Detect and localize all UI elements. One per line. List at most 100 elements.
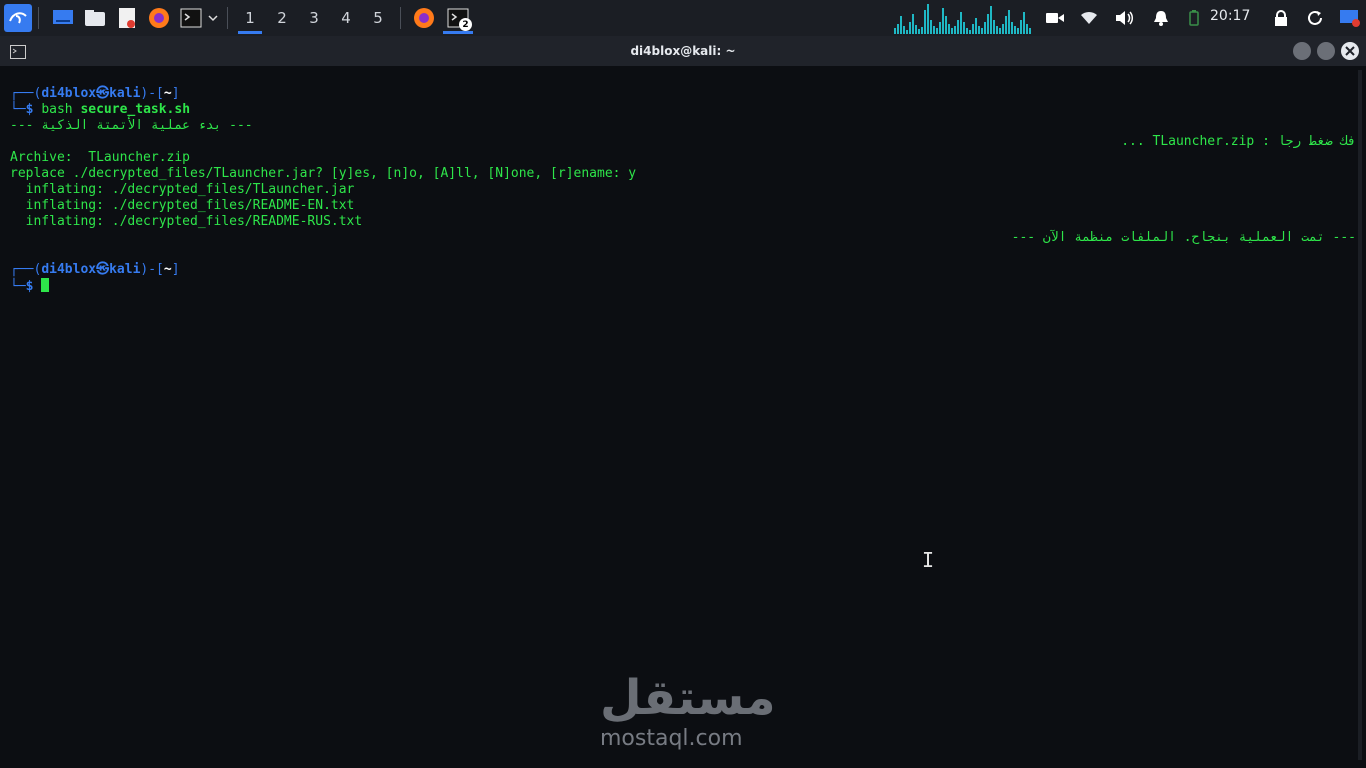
cpu-graph-bar <box>966 28 968 34</box>
task-terminal[interactable]: 2 <box>441 0 475 36</box>
firefox-icon[interactable] <box>145 4 173 32</box>
cpu-graph-bar <box>894 28 896 34</box>
cpu-graph-bar <box>954 26 956 34</box>
cpu-graph-bar <box>1002 24 1004 34</box>
cpu-graph-bar <box>990 6 992 34</box>
workspace-4[interactable]: 4 <box>330 0 362 36</box>
output-line: replace ./decrypted_files/TLauncher.jar?… <box>10 166 637 181</box>
text-cursor <box>41 278 50 292</box>
prompt-user: di4blox㉿kali <box>41 86 141 101</box>
output-line: --- بدء عملية الأتمتة الذكية --- <box>10 118 253 133</box>
text-editor-icon[interactable] <box>113 4 141 32</box>
top-panel: 1 2 3 4 5 2 20:17 <box>0 0 1366 36</box>
maximize-button[interactable] <box>1317 42 1335 60</box>
cpu-graph-bar <box>903 26 905 34</box>
file-manager-icon[interactable] <box>81 4 109 32</box>
cpu-graph-bar <box>945 16 947 34</box>
cpu-graph-bar <box>996 26 998 34</box>
minimize-button[interactable] <box>1293 42 1311 60</box>
cpu-graph-bar <box>921 27 923 34</box>
watermark-arabic: مستقل <box>600 670 776 726</box>
output-line: inflating: ./decrypted_files/README-RUS.… <box>10 214 363 229</box>
workspace-5[interactable]: 5 <box>362 0 394 36</box>
cpu-graph-bar <box>948 24 950 34</box>
cpu-graph-bar <box>942 8 944 34</box>
output-line: فك ضغط رجا : TLauncher.zip ... <box>1121 134 1356 149</box>
input-line[interactable]: └─$ <box>10 278 1356 294</box>
lock-icon[interactable] <box>1270 6 1292 30</box>
cpu-graph-bar <box>912 14 914 34</box>
cpu-graph-bar <box>993 20 995 34</box>
cpu-graph-bar <box>975 18 977 34</box>
window-count-badge: 2 <box>459 18 472 31</box>
cpu-graph-bar <box>915 25 917 34</box>
task-firefox[interactable] <box>407 0 441 36</box>
cpu-graph-bar <box>1020 20 1022 34</box>
prompt-line: ┌──(di4blox㉿kali)-[~] <box>10 86 180 101</box>
command-prefix: bash <box>41 102 81 117</box>
cpu-graph-bar <box>936 28 938 34</box>
cpu-graph-bar <box>978 26 980 34</box>
refresh-icon[interactable] <box>1304 6 1326 30</box>
terminal-scrollbar[interactable] <box>1358 70 1362 760</box>
prompt-path: ~ <box>163 262 172 277</box>
cpu-graph-bar <box>939 22 941 34</box>
cpu-graph-bar <box>897 24 899 34</box>
cpu-graph-bar <box>1029 28 1031 34</box>
cpu-graph-bar <box>1014 26 1016 34</box>
output-line: inflating: ./decrypted_files/TLauncher.j… <box>10 182 355 197</box>
cpu-graph-bar <box>1005 16 1007 34</box>
cpu-graph-bar <box>1011 22 1013 34</box>
power-menu-icon[interactable] <box>1338 6 1362 30</box>
cpu-graph-bar <box>900 16 902 34</box>
cpu-graph-bar <box>918 29 920 34</box>
window-titlebar[interactable]: di4blox@kali: ~ <box>0 36 1366 66</box>
show-desktop-icon[interactable] <box>49 4 77 32</box>
workspace-3[interactable]: 3 <box>298 0 330 36</box>
cpu-graph-bar <box>1023 12 1025 34</box>
prompt-user: di4blox㉿kali <box>41 262 141 277</box>
cpu-graph-bar <box>969 30 971 34</box>
close-icon <box>1345 46 1355 56</box>
cpu-graph-bar <box>933 26 935 34</box>
ibeam-cursor-icon: I <box>922 548 935 572</box>
workspace-2[interactable]: 2 <box>266 0 298 36</box>
cpu-graph-bar <box>999 28 1001 34</box>
kali-menu-icon[interactable] <box>4 4 32 32</box>
chevron-down-icon[interactable] <box>205 4 221 32</box>
cpu-graph-bar <box>927 4 929 34</box>
cpu-graph-bar <box>963 22 965 34</box>
close-button[interactable] <box>1341 42 1359 60</box>
cpu-graph-bar <box>1026 24 1028 34</box>
firefox-icon <box>414 8 434 28</box>
clock[interactable]: 20:17 <box>1210 8 1250 24</box>
command-line: └─$ bash secure_task.sh <box>10 102 191 117</box>
cpu-graph-bar <box>924 10 926 34</box>
output-line: --- تمت العملية بنجاح. الملفات منظمة الآ… <box>1011 230 1356 245</box>
cpu-graph-bar <box>906 30 908 34</box>
cpu-graph-bar <box>909 22 911 34</box>
prompt-path: ~ <box>163 86 172 101</box>
notifications-icon[interactable] <box>1150 6 1172 30</box>
cpu-graph-bar <box>930 20 932 34</box>
cpu-graph-bar <box>972 24 974 34</box>
terminal-output[interactable]: ┌──(di4blox㉿kali)-[~] └─$ bash secure_ta… <box>10 86 1356 762</box>
cpu-graph-bar <box>1008 10 1010 34</box>
wifi-icon[interactable] <box>1078 6 1100 30</box>
cpu-graph-bar <box>984 22 986 34</box>
output-line: inflating: ./decrypted_files/README-EN.t… <box>10 198 355 213</box>
cpu-graph-bar <box>960 12 962 34</box>
volume-icon[interactable] <box>1114 6 1136 30</box>
terminal-launcher-icon[interactable] <box>177 4 205 32</box>
cpu-graph <box>894 2 1036 34</box>
camera-icon[interactable] <box>1044 6 1066 30</box>
prompt-line: ┌──(di4blox㉿kali)-[~] <box>10 262 180 277</box>
cpu-graph-bar <box>981 28 983 34</box>
output-line: Archive: TLauncher.zip <box>10 150 191 165</box>
window-title: di4blox@kali: ~ <box>630 44 736 58</box>
workspace-1[interactable]: 1 <box>234 0 266 36</box>
cpu-graph-bar <box>987 14 989 34</box>
cpu-graph-bar <box>957 20 959 34</box>
cpu-graph-bar <box>951 28 953 34</box>
